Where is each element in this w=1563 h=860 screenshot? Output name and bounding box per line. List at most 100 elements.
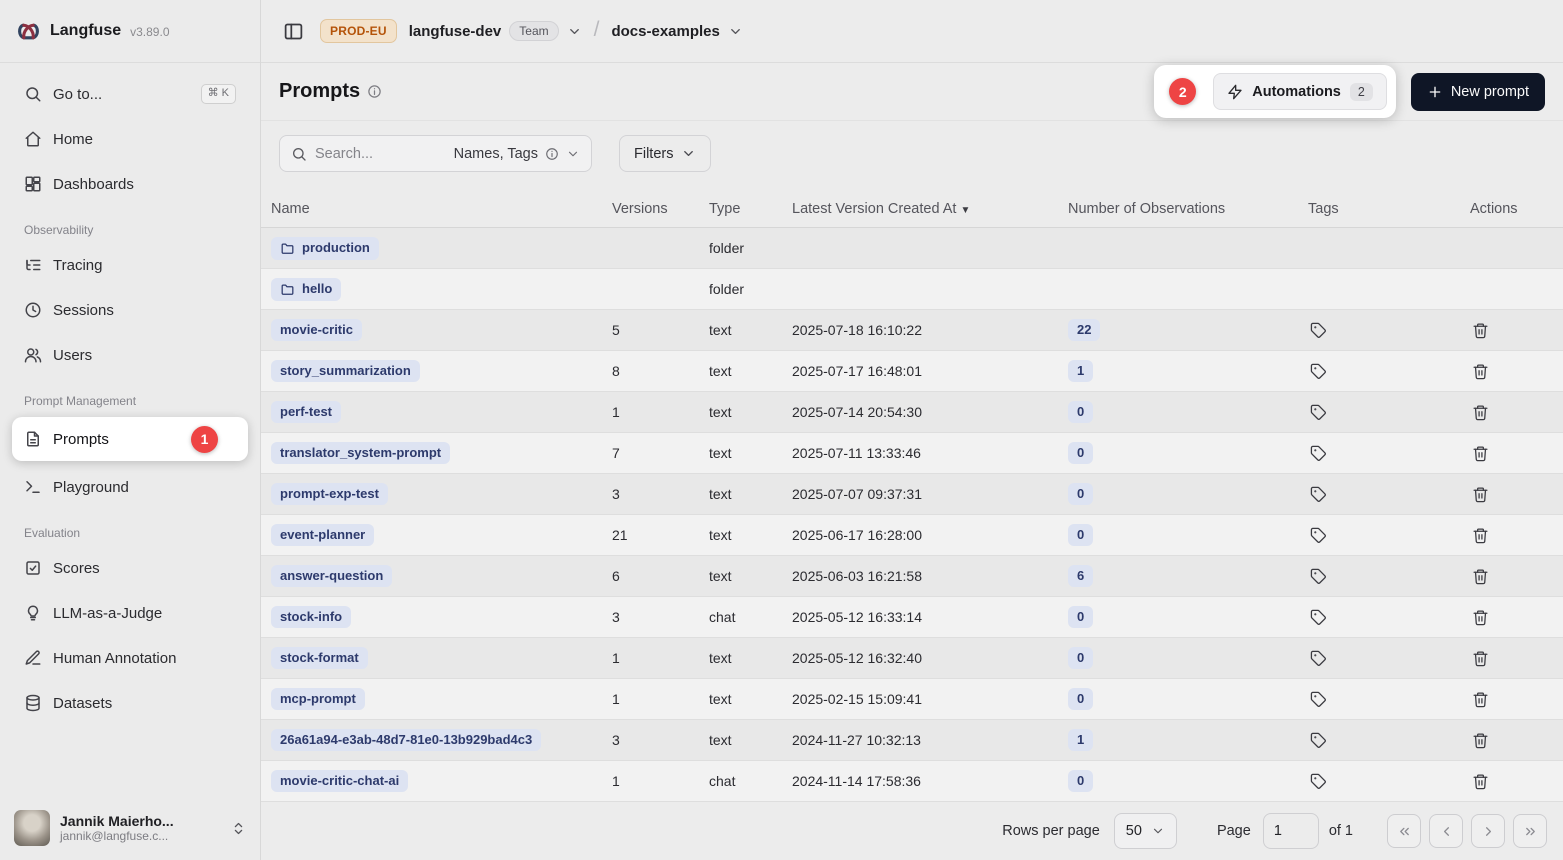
column-header-name[interactable]: Name <box>261 201 602 217</box>
table-row[interactable]: production folder <box>261 228 1563 269</box>
sidebar-toggle-button[interactable] <box>279 17 308 46</box>
delete-button[interactable] <box>1470 443 1491 464</box>
sidebar-item-home[interactable]: Home <box>12 120 248 158</box>
search-box: Names, Tags <box>279 135 592 172</box>
prompt-name-badge[interactable]: production <box>271 237 379 260</box>
goto-search[interactable]: Go to... ⌘ K <box>12 75 248 113</box>
prompt-name-badge[interactable]: hello <box>271 278 341 301</box>
delete-button[interactable] <box>1470 607 1491 628</box>
tag-button[interactable] <box>1308 648 1329 669</box>
delete-button[interactable] <box>1470 484 1491 505</box>
prompt-name-badge[interactable]: story_summarization <box>271 360 420 383</box>
table-row[interactable]: stock-format 1 text 2025-05-12 16:32:40 … <box>261 638 1563 679</box>
prompt-name-badge[interactable]: mcp-prompt <box>271 688 365 711</box>
table-row[interactable]: translator_system-prompt 7 text 2025-07-… <box>261 433 1563 474</box>
first-page-button[interactable] <box>1387 814 1421 848</box>
org-switcher[interactable]: langfuse-dev Team <box>409 21 582 41</box>
sidebar-item-dashboards[interactable]: Dashboards <box>12 165 248 203</box>
rows-per-page-select[interactable]: 50 <box>1114 813 1177 849</box>
filters-button[interactable]: Filters <box>619 135 711 172</box>
search-input[interactable] <box>315 146 411 162</box>
automations-button[interactable]: Automations 2 <box>1213 73 1387 110</box>
sidebar-item-human-annotation[interactable]: Human Annotation <box>12 639 248 677</box>
prompt-name-badge[interactable]: translator_system-prompt <box>271 442 450 465</box>
observations-cell: 0 <box>1058 688 1298 710</box>
prompt-name-badge[interactable]: answer-question <box>271 565 392 588</box>
tag-button[interactable] <box>1308 361 1329 382</box>
tag-button[interactable] <box>1308 402 1329 423</box>
delete-button[interactable] <box>1470 320 1491 341</box>
table-row[interactable]: 26a61a94-e3ab-48d7-81e0-13b929bad4c3 3 t… <box>261 720 1563 761</box>
created-cell: 2025-02-15 15:09:41 <box>782 691 1058 707</box>
delete-button[interactable] <box>1470 689 1491 710</box>
table-row[interactable]: hello folder <box>261 269 1563 310</box>
tag-button[interactable] <box>1308 320 1329 341</box>
table-row[interactable]: event-planner 21 text 2025-06-17 16:28:0… <box>261 515 1563 556</box>
prompt-name-badge[interactable]: stock-format <box>271 647 368 670</box>
delete-button[interactable] <box>1470 771 1491 792</box>
table-row[interactable]: movie-critic-chat-ai 1 chat 2024-11-14 1… <box>261 761 1563 802</box>
tag-button[interactable] <box>1308 525 1329 546</box>
chevron-left-icon <box>1439 824 1454 839</box>
table-row[interactable]: mcp-prompt 1 text 2025-02-15 15:09:41 0 <box>261 679 1563 720</box>
sidebar-item-llm-judge[interactable]: LLM-as-a-Judge <box>12 594 248 632</box>
sidebar-nav: Go to... ⌘ K Home Dashboards Observabili… <box>0 63 260 798</box>
sidebar-item-scores[interactable]: Scores <box>12 549 248 587</box>
search-scope-select[interactable]: Names, Tags <box>454 146 580 162</box>
sidebar-item-datasets[interactable]: Datasets <box>12 684 248 722</box>
column-header-created[interactable]: Latest Version Created At▼ <box>782 201 1058 217</box>
tag-button[interactable] <box>1308 566 1329 587</box>
prompt-name-badge[interactable]: movie-critic <box>271 319 362 342</box>
new-prompt-button[interactable]: New prompt <box>1411 73 1545 111</box>
prompt-name-badge[interactable]: event-planner <box>271 524 374 547</box>
table-row[interactable]: story_summarization 8 text 2025-07-17 16… <box>261 351 1563 392</box>
table-header: Name Versions Type Latest Version Create… <box>261 190 1563 228</box>
table-row[interactable]: prompt-exp-test 3 text 2025-07-07 09:37:… <box>261 474 1563 515</box>
prompt-name-badge[interactable]: prompt-exp-test <box>271 483 388 506</box>
next-page-button[interactable] <box>1471 814 1505 848</box>
delete-button[interactable] <box>1470 361 1491 382</box>
page-input[interactable] <box>1263 813 1319 849</box>
chevron-down-icon <box>1151 824 1165 838</box>
delete-button[interactable] <box>1470 730 1491 751</box>
table-row[interactable]: stock-info 3 chat 2025-05-12 16:33:14 0 <box>261 597 1563 638</box>
actions-cell <box>1460 730 1563 751</box>
sidebar-item-sessions[interactable]: Sessions <box>12 291 248 329</box>
prompt-name-badge[interactable]: 26a61a94-e3ab-48d7-81e0-13b929bad4c3 <box>271 729 541 752</box>
tag-icon <box>1310 445 1327 462</box>
tag-button[interactable] <box>1308 484 1329 505</box>
pen-icon <box>24 649 42 667</box>
prompt-name-text: production <box>302 241 370 256</box>
versions-cell: 5 <box>602 322 699 338</box>
tag-button[interactable] <box>1308 730 1329 751</box>
tracing-icon <box>24 256 42 274</box>
table-row[interactable]: answer-question 6 text 2025-06-03 16:21:… <box>261 556 1563 597</box>
column-header-tags[interactable]: Tags <box>1298 201 1460 217</box>
observations-cell: 0 <box>1058 483 1298 505</box>
project-switcher[interactable]: docs-examples <box>611 23 742 40</box>
sidebar-item-playground[interactable]: Playground <box>12 468 248 506</box>
tag-button[interactable] <box>1308 607 1329 628</box>
sidebar-item-tracing[interactable]: Tracing <box>12 246 248 284</box>
table-row[interactable]: perf-test 1 text 2025-07-14 20:54:30 0 <box>261 392 1563 433</box>
sidebar-item-prompts[interactable]: Prompts 1 <box>12 417 248 461</box>
delete-button[interactable] <box>1470 402 1491 423</box>
column-header-observations[interactable]: Number of Observations <box>1058 201 1298 217</box>
column-header-versions[interactable]: Versions <box>602 201 699 217</box>
prompt-name-badge[interactable]: movie-critic-chat-ai <box>271 770 408 793</box>
tag-button[interactable] <box>1308 443 1329 464</box>
delete-button[interactable] <box>1470 525 1491 546</box>
sidebar-item-users[interactable]: Users <box>12 336 248 374</box>
user-menu[interactable]: Jannik Maierho... jannik@langfuse.c... <box>0 798 260 860</box>
clock-icon <box>24 301 42 319</box>
table-row[interactable]: movie-critic 5 text 2025-07-18 16:10:22 … <box>261 310 1563 351</box>
tag-button[interactable] <box>1308 689 1329 710</box>
prompt-name-badge[interactable]: stock-info <box>271 606 351 629</box>
last-page-button[interactable] <box>1513 814 1547 848</box>
prompt-name-badge[interactable]: perf-test <box>271 401 341 424</box>
previous-page-button[interactable] <box>1429 814 1463 848</box>
delete-button[interactable] <box>1470 566 1491 587</box>
delete-button[interactable] <box>1470 648 1491 669</box>
column-header-type[interactable]: Type <box>699 201 782 217</box>
tag-button[interactable] <box>1308 771 1329 792</box>
